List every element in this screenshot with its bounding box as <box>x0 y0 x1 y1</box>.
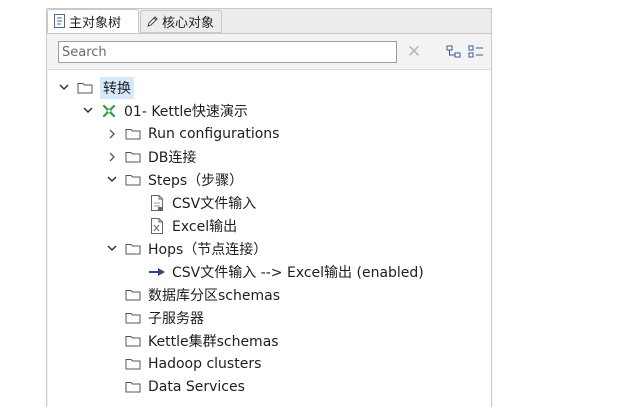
folder-icon <box>124 356 142 372</box>
folder-icon <box>124 333 142 349</box>
tree-item-step-excel-output[interactable]: Excel输出 <box>48 214 491 237</box>
tree-item-partition-schemas[interactable]: 数据库分区schemas <box>48 283 491 306</box>
chevron-down-icon[interactable] <box>56 80 72 96</box>
tree-item-label: Steps（步骤） <box>148 172 244 189</box>
search-input[interactable] <box>58 41 397 63</box>
folder-icon <box>124 126 142 142</box>
object-tree: 转换 01- Kettle快速演示 Run configurations DB连… <box>48 69 491 409</box>
tree-item-transformations[interactable]: 转换 <box>48 76 491 99</box>
hop-arrow-icon <box>148 264 166 280</box>
tree-item-label: 子服务器 <box>148 310 204 327</box>
tree-item-label: 01- Kettle快速演示 <box>124 103 248 120</box>
tree-item-steps[interactable]: Steps（步骤） <box>48 168 491 191</box>
collapse-all-icon[interactable] <box>467 43 485 61</box>
folder-icon <box>124 379 142 395</box>
tab-label: 主对象树 <box>69 15 122 31</box>
tree-item-label: CSV文件输入 <box>172 195 257 212</box>
tree-item-label: Data Services <box>148 378 245 395</box>
excel-file-icon <box>148 217 166 234</box>
chevron-right-icon[interactable] <box>104 126 120 142</box>
tree-item-label: DB连接 <box>148 149 197 166</box>
expand-all-icon[interactable] <box>445 43 463 61</box>
tree-item-hop[interactable]: CSV文件输入 --> Excel输出 (enabled) <box>48 260 491 283</box>
tree-item-step-csv-input[interactable]: CSV文件输入 <box>48 191 491 214</box>
search-row: ✕ <box>55 41 487 63</box>
tree-item-label: 数据库分区schemas <box>148 287 280 304</box>
tree-item-label: 转换 <box>100 76 134 99</box>
tab-label: 核心对象 <box>162 16 215 31</box>
tree-item-data-services[interactable]: Data Services <box>48 375 491 398</box>
folder-icon <box>124 172 142 188</box>
tab-bar: 主对象树 核心对象 <box>47 9 491 34</box>
tree-item-transformation[interactable]: 01- Kettle快速演示 <box>48 99 491 122</box>
tree-item-label: CSV文件输入 --> Excel输出 (enabled) <box>172 264 424 281</box>
folder-icon <box>76 80 94 96</box>
close-icon[interactable]: ✕ <box>405 43 423 61</box>
folder-icon <box>124 287 142 303</box>
tree-document-icon <box>52 14 66 28</box>
chevron-down-icon[interactable] <box>104 241 120 257</box>
tree-item-label: Kettle集群schemas <box>148 333 279 350</box>
chevron-down-icon[interactable] <box>104 172 120 188</box>
tree-item-label: Hadoop clusters <box>148 355 262 372</box>
chevron-right-icon[interactable] <box>104 149 120 165</box>
tree-item-cluster-schemas[interactable]: Kettle集群schemas <box>48 329 491 352</box>
tree-item-label: Run configurations <box>148 125 280 142</box>
tab-core-objects[interactable]: 核心对象 <box>140 10 222 33</box>
tree-item-label: Excel输出 <box>172 218 238 235</box>
tree-item-db-connections[interactable]: DB连接 <box>48 145 491 168</box>
tree-item-run-configurations[interactable]: Run configurations <box>48 122 491 145</box>
csv-file-icon <box>148 194 166 211</box>
tree-item-slave-servers[interactable]: 子服务器 <box>48 306 491 329</box>
pencil-icon <box>145 15 159 29</box>
tree-item-hadoop-clusters[interactable]: Hadoop clusters <box>48 352 491 375</box>
tree-item-label: Hops（节点连接） <box>148 241 268 258</box>
folder-icon <box>124 241 142 257</box>
folder-icon <box>124 149 142 165</box>
tab-main-object-tree[interactable]: 主对象树 <box>47 9 139 33</box>
object-tree-panel: 主对象树 核心对象 ✕ 转换 <box>46 8 492 409</box>
tree-item-hops[interactable]: Hops（节点连接） <box>48 237 491 260</box>
chevron-down-icon[interactable] <box>80 103 96 119</box>
folder-icon <box>124 310 142 326</box>
transformation-icon <box>100 103 118 119</box>
